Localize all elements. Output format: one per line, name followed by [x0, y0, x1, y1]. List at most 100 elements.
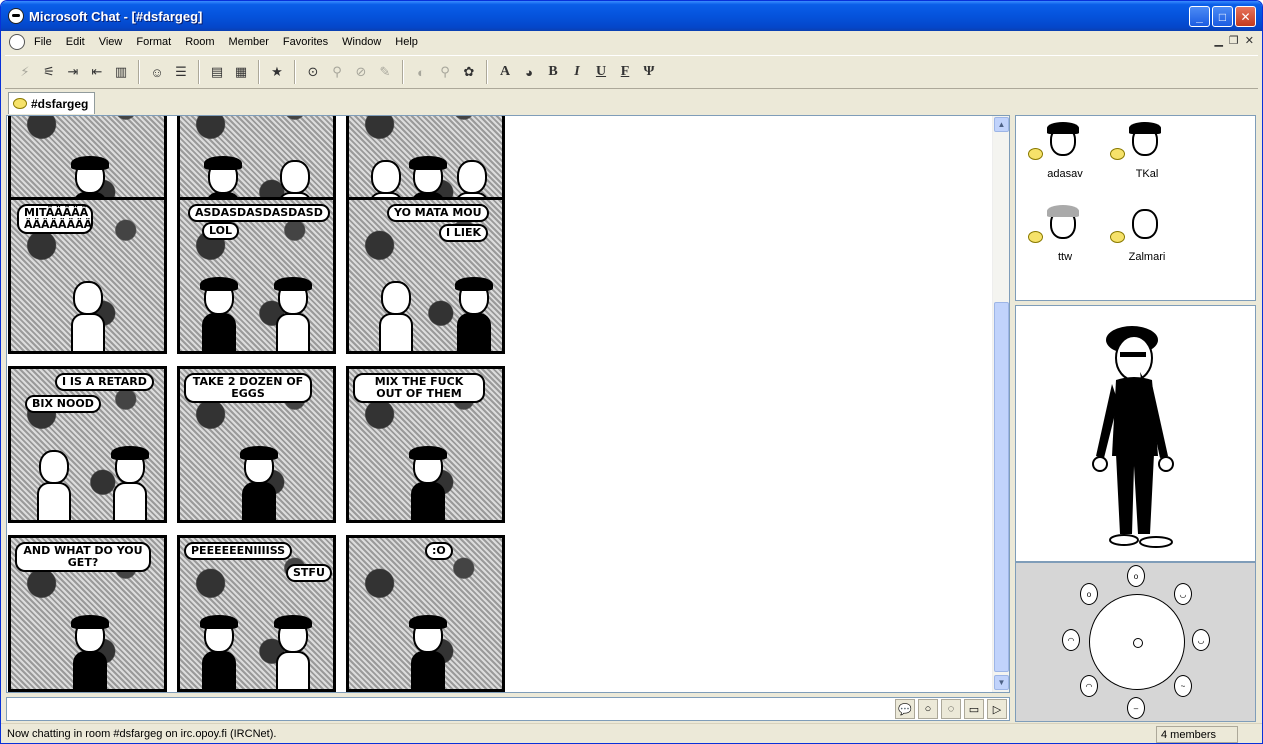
- title-bar[interactable]: Microsoft Chat - [#dsfargeg] _ □ ✕: [1, 1, 1262, 31]
- member-ttw[interactable]: ttw: [1020, 205, 1100, 275]
- tab-label: #dsfargeg: [31, 96, 89, 111]
- coy-face-icon[interactable]: ~: [1174, 675, 1192, 697]
- text-view-icon[interactable]: ☰: [171, 61, 191, 83]
- comic-panel: I IS A RETARD BIX NOOD: [8, 366, 167, 523]
- chat-scrollbar[interactable]: ▲ ▼: [992, 116, 1009, 692]
- invite-icon[interactable]: ✿: [459, 61, 479, 83]
- chat-bubble-icon: [1110, 148, 1125, 160]
- shout-face-icon[interactable]: o: [1127, 565, 1145, 587]
- member-name: TKal: [1135, 168, 1159, 180]
- speech-bubble: TAKE 2 DOZEN OF EGGS: [184, 373, 312, 403]
- bold-icon[interactable]: B: [543, 61, 563, 83]
- whois-icon[interactable]: ⊙: [303, 61, 323, 83]
- menu-window[interactable]: Window: [335, 36, 388, 48]
- toolbar: ⚡ ⚟ ⇥ ⇤ ▥ ☺ ☰ ▤ ▦ ★ ⊙ ⚲ ⊘ ✎ ◐ ⚲ ✿ A ◕ B …: [5, 55, 1258, 89]
- menu-view[interactable]: View: [92, 36, 130, 48]
- member-list: adasav TKal ttw Zalmari: [1015, 115, 1256, 301]
- room-list-icon[interactable]: ▥: [111, 61, 131, 83]
- member-count: 4 members: [1156, 726, 1238, 743]
- menu-room[interactable]: Room: [178, 36, 221, 48]
- scroll-thumb[interactable]: [994, 302, 1009, 672]
- member-name: ttw: [1057, 251, 1073, 263]
- menu-file[interactable]: File: [27, 36, 59, 48]
- speech-bubble: LOL: [202, 222, 239, 240]
- disconnect-icon[interactable]: ⚟: [39, 61, 59, 83]
- search-icon[interactable]: ⚲: [435, 61, 455, 83]
- mdi-close-button[interactable]: ✕: [1245, 34, 1254, 47]
- menu-format[interactable]: Format: [129, 36, 178, 48]
- comic-panel: ASDASDASDASDASD LOL: [177, 197, 336, 354]
- tab-dsfargeg[interactable]: #dsfargeg: [8, 92, 96, 114]
- status-text: Now chatting in room #dsfargeg on irc.op…: [7, 728, 277, 740]
- character-figure: [1092, 326, 1174, 548]
- minimize-button[interactable]: _: [1189, 6, 1210, 27]
- menu-member[interactable]: Member: [222, 36, 276, 48]
- sound-icon[interactable]: ▭: [964, 699, 984, 719]
- leave-room-icon[interactable]: ⇤: [87, 61, 107, 83]
- favorites-icon[interactable]: ★: [267, 61, 287, 83]
- chat-bubble-icon: [1028, 231, 1043, 243]
- fixed-font-icon[interactable]: F: [615, 61, 635, 83]
- maximize-button[interactable]: □: [1212, 6, 1233, 27]
- speech-bubble: PEEEEEENIIIISS: [184, 542, 293, 560]
- close-button[interactable]: ✕: [1235, 6, 1256, 27]
- speech-bubble: I IS A RETARD: [55, 373, 154, 391]
- menu-favorites[interactable]: Favorites: [276, 36, 335, 48]
- scared-face-icon[interactable]: o: [1080, 583, 1098, 605]
- away-icon[interactable]: ◐: [411, 61, 431, 83]
- speech-bubble: YO MATA MOU: [387, 204, 489, 222]
- say-icon[interactable]: 💬: [895, 699, 915, 719]
- italic-icon[interactable]: I: [567, 61, 587, 83]
- chat-bubble-icon: [13, 98, 27, 109]
- message-input[interactable]: [9, 700, 879, 718]
- room-properties-icon[interactable]: ▦: [231, 61, 251, 83]
- crosshair-icon[interactable]: [1133, 638, 1143, 648]
- user-list-icon[interactable]: ▤: [207, 61, 227, 83]
- speech-bubble: STFU: [286, 564, 332, 582]
- happy-face-icon[interactable]: ◡: [1192, 629, 1210, 651]
- app-window: Microsoft Chat - [#dsfargeg] _ □ ✕ File …: [0, 0, 1263, 744]
- scroll-down-icon[interactable]: ▼: [994, 675, 1009, 690]
- chat-bubble-icon: [1110, 231, 1125, 243]
- mdi-minimize-button[interactable]: ▁: [1214, 34, 1222, 47]
- get-identity-icon[interactable]: ⚲: [327, 61, 347, 83]
- angry-face-icon[interactable]: ◠: [1062, 629, 1080, 651]
- sad-face-icon[interactable]: ◠: [1080, 675, 1098, 697]
- ignore-icon[interactable]: ⊘: [351, 61, 371, 83]
- kick-icon[interactable]: ✎: [375, 61, 395, 83]
- document-chat-icon[interactable]: [9, 34, 25, 50]
- whisper-icon[interactable]: ◌: [941, 699, 961, 719]
- member-zalmari[interactable]: Zalmari: [1102, 205, 1182, 275]
- enter-room-icon[interactable]: ⇥: [63, 61, 83, 83]
- status-bar: Now chatting in room #dsfargeg on irc.op…: [1, 723, 1262, 743]
- comic-strip: MITÄÄÄÄÄ ÄÄÄÄÄÄÄÄ ASDASDASDASDASD LOL YO…: [8, 116, 508, 692]
- think-icon[interactable]: ○: [918, 699, 938, 719]
- connect-icon[interactable]: ⚡: [15, 61, 35, 83]
- laugh-face-icon[interactable]: ◡: [1174, 583, 1192, 605]
- member-tkal[interactable]: TKal: [1102, 122, 1182, 192]
- symbol-font-icon[interactable]: Ψ: [639, 61, 659, 83]
- comic-panel: AND WHAT DO YOU GET?: [8, 535, 167, 692]
- menu-bar: File Edit View Format Room Member Favori…: [5, 31, 1258, 53]
- comic-chat-view[interactable]: MITÄÄÄÄÄ ÄÄÄÄÄÄÄÄ ASDASDASDASDASD LOL YO…: [6, 115, 1010, 693]
- emotion-wheel[interactable]: [1089, 594, 1185, 690]
- menu-help[interactable]: Help: [388, 36, 425, 48]
- action-icon[interactable]: ▷: [987, 699, 1007, 719]
- comic-panel: YO MATA MOU I LIEK: [346, 197, 505, 354]
- app-chat-icon[interactable]: [8, 8, 24, 24]
- comic-view-icon[interactable]: ☺: [147, 61, 167, 83]
- member-name: adasav: [1047, 168, 1083, 180]
- speech-bubble: MIX THE FUCK OUT OF THEM: [353, 373, 485, 403]
- underline-icon[interactable]: U: [591, 61, 611, 83]
- font-icon[interactable]: A: [495, 61, 515, 83]
- bored-face-icon[interactable]: –: [1127, 697, 1145, 719]
- menu-edit[interactable]: Edit: [59, 36, 92, 48]
- comic-panel: MITÄÄÄÄÄ ÄÄÄÄÄÄÄÄ: [8, 197, 167, 354]
- speech-bubble: AND WHAT DO YOU GET?: [15, 542, 151, 572]
- mdi-restore-button[interactable]: ❐: [1229, 34, 1239, 47]
- scroll-up-icon[interactable]: ▲: [994, 117, 1009, 132]
- window-title: Microsoft Chat - [#dsfargeg]: [29, 8, 203, 24]
- character-preview: [1015, 305, 1256, 562]
- member-adasav[interactable]: adasav: [1020, 122, 1100, 192]
- color-icon[interactable]: ◕: [519, 61, 539, 83]
